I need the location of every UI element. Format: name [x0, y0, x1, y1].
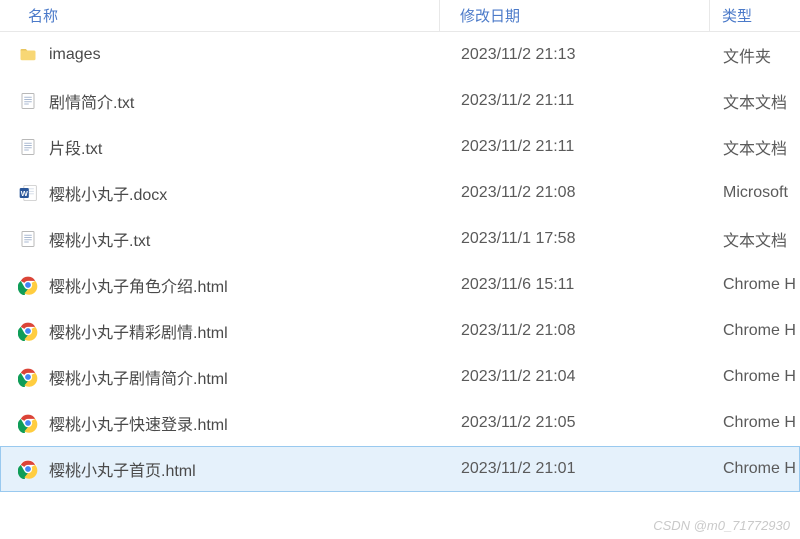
chrome-icon [17, 274, 39, 296]
file-row[interactable]: 樱桃小丸子首页.html2023/11/2 21:01Chrome H [0, 446, 800, 492]
chrome-icon [17, 412, 39, 434]
file-row[interactable]: 片段.txt2023/11/2 21:11文本文档 [0, 124, 800, 170]
file-name: 樱桃小丸子精彩剧情.html [49, 319, 441, 343]
file-date: 2023/11/2 21:04 [441, 368, 711, 386]
text-file-icon [17, 228, 39, 250]
column-header-row: 名称 修改日期 类型 [0, 0, 800, 32]
file-row[interactable]: 樱桃小丸子快速登录.html2023/11/2 21:05Chrome H [0, 400, 800, 446]
file-type: 文本文档 [711, 135, 799, 159]
file-date: 2023/11/2 21:01 [441, 460, 711, 478]
file-date: 2023/11/6 15:11 [441, 276, 711, 294]
chrome-icon [17, 458, 39, 480]
file-name: 片段.txt [49, 135, 441, 159]
file-row[interactable]: images2023/11/2 21:13文件夹 [0, 32, 800, 78]
file-date: 2023/11/2 21:08 [441, 184, 711, 202]
file-name: 樱桃小丸子剧情简介.html [49, 365, 441, 389]
file-type: 文本文档 [711, 227, 799, 251]
column-header-date[interactable]: 修改日期 [440, 0, 710, 31]
file-name: 剧情简介.txt [49, 89, 441, 113]
text-file-icon [17, 90, 39, 112]
chrome-icon [17, 366, 39, 388]
file-row[interactable]: 樱桃小丸子.docx2023/11/2 21:08Microsoft [0, 170, 800, 216]
file-name: 樱桃小丸子角色介绍.html [49, 273, 441, 297]
file-date: 2023/11/2 21:08 [441, 322, 711, 340]
file-row[interactable]: 剧情简介.txt2023/11/2 21:11文本文档 [0, 78, 800, 124]
folder-icon [17, 44, 39, 66]
file-type: Chrome H [711, 322, 799, 340]
watermark: CSDN @m0_71772930 [653, 518, 790, 533]
file-type: Chrome H [711, 368, 799, 386]
file-row[interactable]: 樱桃小丸子精彩剧情.html2023/11/2 21:08Chrome H [0, 308, 800, 354]
file-name: 樱桃小丸子首页.html [49, 457, 441, 481]
file-date: 2023/11/2 21:13 [441, 46, 711, 64]
file-name: 樱桃小丸子快速登录.html [49, 411, 441, 435]
file-date: 2023/11/2 21:05 [441, 414, 711, 432]
file-row[interactable]: 樱桃小丸子.txt2023/11/1 17:58文本文档 [0, 216, 800, 262]
file-type: 文本文档 [711, 89, 799, 113]
file-type: Microsoft [711, 184, 799, 202]
file-row[interactable]: 樱桃小丸子剧情简介.html2023/11/2 21:04Chrome H [0, 354, 800, 400]
chrome-icon [17, 320, 39, 342]
file-name: images [49, 46, 441, 64]
file-name: 樱桃小丸子.txt [49, 227, 441, 251]
column-header-type[interactable]: 类型 [710, 0, 800, 31]
file-type: Chrome H [711, 460, 799, 478]
file-date: 2023/11/1 17:58 [441, 230, 711, 248]
word-file-icon [17, 182, 39, 204]
file-type: Chrome H [711, 414, 799, 432]
file-date: 2023/11/2 21:11 [441, 92, 711, 110]
file-row[interactable]: 樱桃小丸子角色介绍.html2023/11/6 15:11Chrome H [0, 262, 800, 308]
file-name: 樱桃小丸子.docx [49, 181, 441, 205]
file-list: images2023/11/2 21:13文件夹剧情简介.txt2023/11/… [0, 32, 800, 492]
column-header-name[interactable]: 名称 [0, 0, 440, 31]
file-date: 2023/11/2 21:11 [441, 138, 711, 156]
file-type: Chrome H [711, 276, 799, 294]
text-file-icon [17, 136, 39, 158]
file-type: 文件夹 [711, 43, 799, 67]
